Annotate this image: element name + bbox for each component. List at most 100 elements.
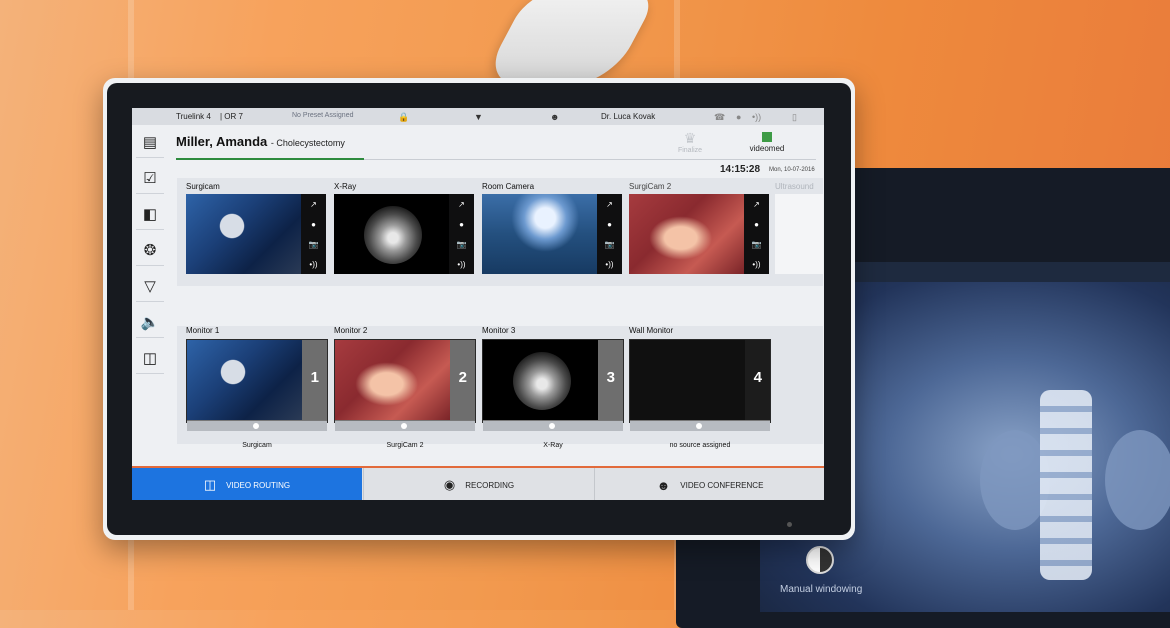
- monitor-number: 4: [753, 369, 762, 386]
- audio-icon[interactable]: •)): [605, 260, 613, 269]
- logo-text: videomed: [749, 144, 785, 153]
- tablet-sensor: [787, 522, 792, 527]
- status-bar: Truelink 4 | OR 7 No Preset Assigned 🔒 ▼…: [132, 108, 824, 125]
- room-name: | OR 7: [220, 112, 243, 121]
- broadcast-icon: •)): [752, 112, 762, 122]
- battery-icon: ▯: [792, 112, 797, 122]
- monitor-status-bar: [630, 421, 770, 431]
- source-label: Surgicam: [186, 182, 220, 191]
- tab-video-routing[interactable]: ◫ VIDEO ROUTING: [132, 468, 362, 500]
- source-tile-room-camera[interactable]: ↗ ● 📷 •)): [482, 194, 622, 274]
- videomed-logo: videomed: [742, 132, 792, 153]
- record-dot-icon: ●: [736, 112, 742, 122]
- video-thumbnail: [629, 194, 744, 274]
- source-controls: ↗ ● 📷 •)): [301, 194, 326, 274]
- source-label: X-Ray: [334, 182, 357, 191]
- chevron-down-icon[interactable]: ▼: [474, 112, 483, 122]
- audio-icon[interactable]: •)): [457, 260, 465, 269]
- audio-icon[interactable]: •)): [752, 260, 760, 269]
- procedure-name: - Cholecystectomy: [270, 138, 345, 148]
- video-conference-icon: ☻: [656, 477, 671, 493]
- snapshot-icon[interactable]: 📷: [457, 240, 467, 249]
- record-dot-icon[interactable]: ●: [311, 220, 316, 229]
- monitor-status-bar: [335, 421, 475, 431]
- recording-icon: ◉: [443, 477, 456, 492]
- source-label: Ultrasound: [775, 182, 814, 191]
- checklist-icon[interactable]: ☑: [136, 163, 164, 194]
- tab-recording[interactable]: ◉ RECORDING: [363, 468, 594, 500]
- monitor-label: Monitor 2: [334, 326, 368, 335]
- user-name[interactable]: Dr. Luca Kovak: [601, 112, 655, 121]
- source-tile-surgicam-2[interactable]: ↗ ● 📷 •)): [629, 194, 769, 274]
- display-switch-icon[interactable]: ◫: [136, 343, 164, 374]
- video-thumbnail: [334, 194, 449, 274]
- volume-icon[interactable]: 🔈: [136, 307, 164, 338]
- bottom-navigation: ◫ VIDEO ROUTING ◉ RECORDING ☻ VIDEO CONF…: [132, 466, 824, 500]
- status-dot-icon: [253, 423, 259, 429]
- monitor-label: Wall Monitor: [629, 326, 674, 335]
- monitor-tile-wall[interactable]: 4: [629, 339, 771, 423]
- user-switch-icon[interactable]: ☻: [550, 112, 559, 122]
- video-thumbnail: [482, 194, 597, 274]
- source-tile-surgicam[interactable]: ↗ ● 📷 •)): [186, 194, 326, 274]
- finalize-icon: ♛: [683, 130, 697, 146]
- manual-windowing-label: Manual windowing: [780, 584, 863, 595]
- source-controls: ↗ ● 📷 •)): [449, 194, 474, 274]
- monitor-label: Monitor 1: [186, 326, 220, 335]
- expand-icon[interactable]: ↗: [310, 200, 317, 209]
- source-tile-xray[interactable]: ↗ ● 📷 •)): [334, 194, 474, 274]
- source-controls: ↗ ● 📷 •)): [597, 194, 622, 274]
- header-progress: [176, 158, 364, 160]
- tab-label: VIDEO CONFERENCE: [680, 480, 764, 490]
- camera-aperture-icon[interactable]: ❂: [136, 235, 164, 266]
- monitor-number: 1: [310, 369, 319, 386]
- source-label: SurgiCam 2: [629, 182, 672, 191]
- monitor-number: 3: [606, 369, 615, 386]
- lighting-icon[interactable]: ▽: [136, 271, 164, 302]
- expand-icon[interactable]: ↗: [458, 200, 465, 209]
- video-routing-icon: ◫: [203, 477, 217, 492]
- video-thumbnail: [335, 340, 450, 420]
- snapshot-icon[interactable]: 📷: [752, 240, 762, 249]
- finalize-button[interactable]: ♛ Finalize: [672, 130, 708, 160]
- monitor-source-name: Surgicam: [242, 442, 272, 449]
- mounting-arm: [479, 0, 661, 85]
- patient-name: Miller, Amanda: [176, 134, 268, 149]
- monitor-tile-3[interactable]: 3: [482, 339, 624, 423]
- record-dot-icon[interactable]: ●: [754, 220, 759, 229]
- source-controls: ↗ ● 📷 •)): [744, 194, 769, 274]
- patient-title: Miller, Amanda - Cholecystectomy: [176, 134, 345, 149]
- expand-icon[interactable]: ↗: [753, 200, 760, 209]
- snapshot-icon[interactable]: 📷: [309, 240, 319, 249]
- status-dot-icon: [401, 423, 407, 429]
- media-stack-icon[interactable]: ◧: [136, 199, 164, 230]
- status-dot-icon: [549, 423, 555, 429]
- ct-kidney-right: [1105, 430, 1170, 530]
- monitor-status-bar: [483, 421, 623, 431]
- expand-icon[interactable]: ↗: [606, 200, 613, 209]
- phone-icon[interactable]: ☎: [714, 112, 725, 123]
- tab-label: RECORDING: [465, 480, 515, 490]
- monitor-status-bar: [187, 421, 327, 431]
- preset-status[interactable]: No Preset Assigned: [292, 112, 353, 119]
- monitor-source-name: X-Ray: [543, 442, 563, 449]
- source-label: Room Camera: [482, 182, 535, 191]
- snapshot-icon[interactable]: 📷: [605, 240, 615, 249]
- monitor-tile-1[interactable]: 1: [186, 339, 328, 423]
- contrast-icon: [806, 546, 834, 574]
- record-dot-icon[interactable]: ●: [607, 220, 612, 229]
- monitor-tile-2[interactable]: 2: [334, 339, 476, 423]
- monitor-source-name: SurgiCam 2: [386, 442, 424, 449]
- source-tile-ultrasound[interactable]: [775, 194, 823, 274]
- lock-icon[interactable]: 🔒: [398, 112, 409, 123]
- tab-video-conference[interactable]: ☻ VIDEO CONFERENCE: [594, 468, 824, 500]
- video-thumbnail: [483, 340, 598, 420]
- video-thumbnail: [187, 340, 302, 420]
- logo-icon: [762, 132, 772, 142]
- finalize-label: Finalize: [677, 147, 703, 154]
- ct-spine: [1040, 390, 1092, 580]
- audio-icon[interactable]: •)): [309, 260, 317, 269]
- device-name: Truelink 4: [176, 112, 211, 121]
- patient-card-icon[interactable]: ▤: [136, 127, 164, 158]
- record-dot-icon[interactable]: ●: [459, 220, 464, 229]
